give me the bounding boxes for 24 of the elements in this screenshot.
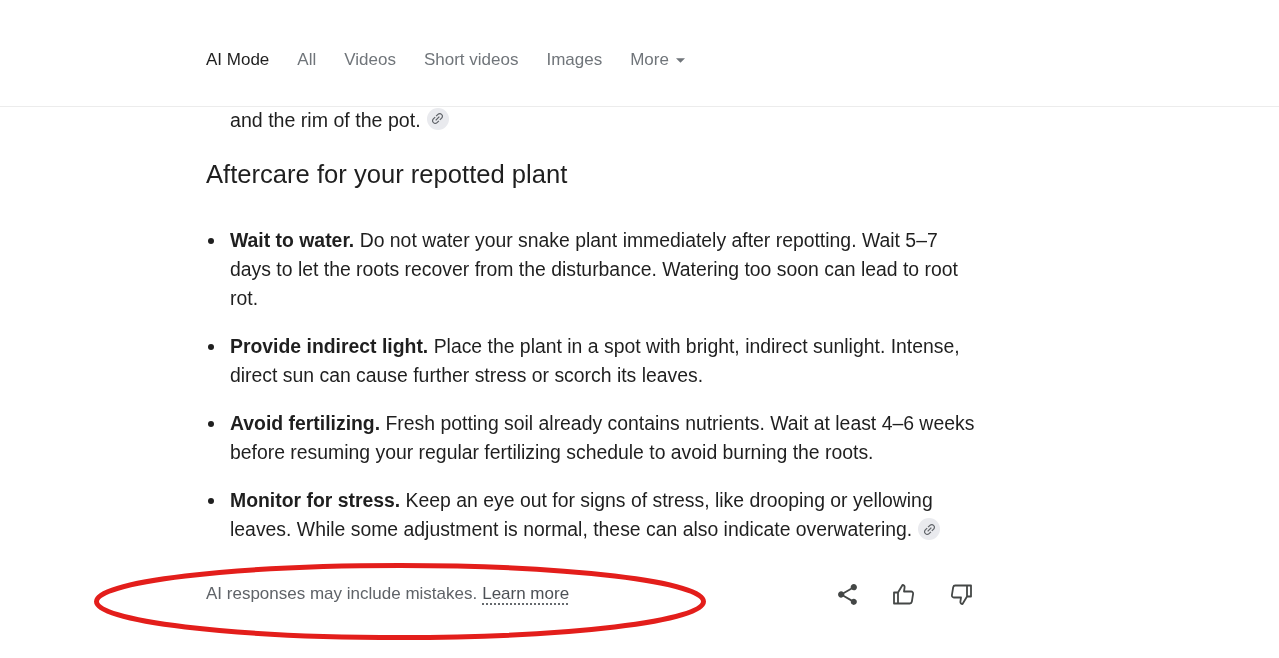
bullet-icon	[208, 238, 214, 244]
bullet-icon	[208, 344, 214, 350]
search-tab[interactable]: AI Mode	[206, 48, 270, 72]
search-tab[interactable]: Short videos	[423, 48, 519, 72]
thumbs-down-icon	[950, 583, 972, 605]
bullet-icon	[208, 421, 214, 427]
search-tab[interactable]: Images	[546, 48, 603, 72]
section-heading: Aftercare for your repotted plant	[206, 159, 569, 190]
search-tab[interactable]: All	[297, 48, 317, 72]
learn-more-link[interactable]: Learn more	[482, 581, 570, 607]
share-icon	[837, 583, 857, 605]
search-tab[interactable]: Videos	[344, 48, 396, 72]
bullet-text: Monitor for stress. Keep an eye out for signs of stress, like drooping or yellowing leaves. While some adjustment is normal, these can also indicate overwatering.	[230, 486, 978, 544]
disclaimer-text: AI responses may include mistakes.	[206, 583, 478, 606]
caret-icon	[675, 57, 685, 63]
bullet-text: Avoid fertilizing. Fresh potting soil already contains nutrients. Wait at least 4–6 weeks before resuming your regular fertilizing schedule to avoid burning the roots.	[230, 411, 976, 465]
answer-text: and the rim of the pot.	[230, 108, 421, 132]
bullet-text: Provide indirect light. Place the plant in a spot with bright, indirect sunlight. Intense, direct sun can cause further stress or scorch its leaves.	[230, 334, 961, 388]
link-icon[interactable]	[426, 107, 449, 130]
thumbs-up-icon	[893, 583, 915, 605]
more-menu-tab[interactable]: More	[630, 48, 685, 72]
bullet-text: Wait to water. Do not water your snake plant immediately after repotting. Wait 5–7 days to let the roots recover from the disturbance. Watering too soon can lead to root rot.	[230, 228, 959, 311]
bullet-icon	[208, 498, 214, 504]
link-icon[interactable]	[918, 518, 941, 541]
